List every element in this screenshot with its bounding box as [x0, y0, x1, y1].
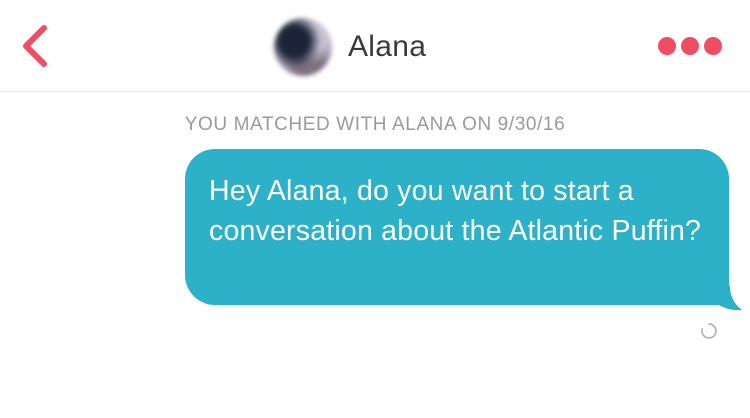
message-text: Hey Alana, do you want to start a conver…: [209, 175, 702, 247]
contact-name[interactable]: Alana: [348, 30, 426, 64]
message-bubble[interactable]: Hey Alana, do you want to start a conver…: [185, 149, 729, 305]
back-button[interactable]: [10, 18, 60, 74]
more-dots-icon: [681, 37, 699, 55]
bubble-tail: [712, 286, 742, 311]
more-dots-icon: [704, 37, 722, 55]
chevron-left-icon: [23, 25, 47, 67]
chat-screen: Alana YOU MATCHED WITH ALANA ON 9/30/16 …: [0, 0, 750, 418]
sending-spinner-icon: [701, 323, 717, 339]
contact-profile[interactable]: Alana: [274, 16, 426, 78]
more-options-button[interactable]: [658, 30, 722, 62]
chat-header: Alana: [0, 0, 750, 92]
more-dots-icon: [658, 37, 676, 55]
match-banner: YOU MATCHED WITH ALANA ON 9/30/16: [184, 114, 566, 135]
avatar[interactable]: [274, 18, 332, 76]
